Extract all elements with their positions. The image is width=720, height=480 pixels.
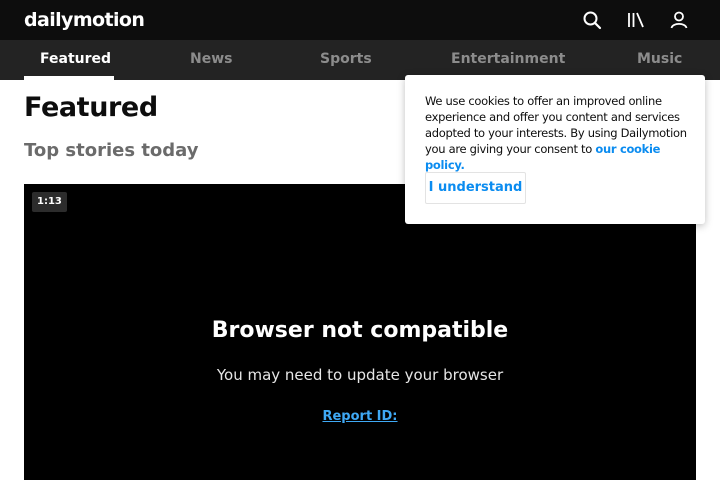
tab-music[interactable]: Music — [637, 40, 682, 80]
tab-sports[interactable]: Sports — [320, 40, 372, 80]
dailymotion-logo[interactable]: dailymotion — [24, 9, 145, 31]
error-message: You may need to update your browser — [216, 366, 504, 384]
section-title: Top stories today — [24, 140, 199, 161]
cookie-message: We use cookies to offer an improved onli… — [425, 93, 689, 173]
active-tab-indicator — [24, 76, 114, 80]
top-header: dailymotion — [0, 0, 720, 40]
tab-featured[interactable]: Featured — [40, 40, 111, 80]
tab-news[interactable]: News — [190, 40, 232, 80]
tab-entertainment[interactable]: Entertainment — [451, 40, 565, 80]
library-icon[interactable] — [626, 10, 646, 30]
report-id-link[interactable]: Report ID: — [24, 409, 696, 424]
category-nav: Featured News Sports Entertainment Music — [0, 40, 720, 80]
accept-cookies-button[interactable]: I understand — [425, 172, 526, 204]
video-player[interactable]: 1:13 Browser not compatible You may need… — [24, 184, 696, 480]
search-icon[interactable] — [582, 10, 602, 30]
cookie-consent-popup: We use cookies to offer an improved onli… — [405, 75, 705, 224]
page-title: Featured — [24, 92, 158, 123]
duration-badge: 1:13 — [32, 192, 67, 212]
user-icon[interactable] — [669, 10, 689, 30]
error-title: Browser not compatible — [211, 318, 509, 343]
